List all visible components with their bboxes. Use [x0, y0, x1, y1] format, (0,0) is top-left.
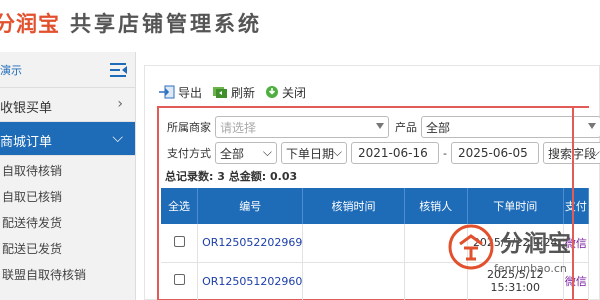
close-label: 关闭 [282, 85, 307, 100]
system-name: 共享店铺管理系统 [70, 12, 262, 36]
payment-select[interactable]: 全部 ⌵ [215, 142, 277, 164]
sidebar: 演示 收银买单 › 商城订单 ⌵ 自取待核销 自取已核销 配送待发货 配送已发货… [0, 52, 136, 300]
order-summary: 总记录数: 3 总金额: 0.03 [165, 168, 297, 184]
merchant-label: 所属商家 [167, 121, 211, 134]
brand-name: 分润宝 [0, 12, 60, 36]
row-checkbox[interactable] [173, 235, 185, 247]
sidebar-subitem-label: 自取已核销 [2, 190, 63, 204]
row-checkbox-cell [161, 224, 199, 263]
menu-collapse-icon[interactable] [110, 62, 128, 78]
chevron-down-icon: ⌵ [112, 130, 123, 146]
count-label: 总记录数: [165, 170, 214, 183]
filter-row-merchant: 所属商家 请选择 产品 全部 [167, 116, 600, 138]
merchant-select[interactable]: 请选择 [215, 116, 389, 138]
payment-value: 全部 [220, 146, 245, 161]
header-payment: 支付 [563, 188, 590, 224]
fenrunbao-logo-icon [448, 224, 494, 270]
header-order-time: 下单时间 [467, 188, 564, 224]
select-all-header[interactable]: 全选 [161, 188, 199, 224]
sidebar-subitem-delivery-pending[interactable]: 配送待发货 [0, 208, 135, 234]
chevron-down-icon: ⌵ [332, 145, 342, 159]
sidebar-item-mall-orders[interactable]: 商城订单 ⌵ [0, 122, 135, 156]
chevron-down-icon: ⌵ [590, 145, 600, 159]
sidebar-subitem-pickup-pending[interactable]: 自取待核销 [0, 156, 135, 182]
filter-row-payment: 支付方式 全部 ⌵ 下单日期 ⌵ 2021-06-16 - 2025-06-05… [167, 142, 600, 164]
close-button[interactable]: 关闭 [265, 84, 306, 101]
toolbar: 导出 刷新 关闭 [159, 81, 316, 103]
watermark: 分润宝 fenrunbao.cn [444, 222, 594, 288]
refresh-icon [213, 87, 228, 98]
date-from-input[interactable]: 2021-06-16 [351, 142, 439, 164]
date-to-input[interactable]: 2025-06-05 [450, 142, 539, 164]
sidebar-subitem-delivery-shipped[interactable]: 配送已发货 [0, 234, 135, 260]
sidebar-subitem-label: 配送已发货 [2, 242, 63, 256]
refresh-button[interactable]: 刷新 [212, 84, 255, 101]
date-separator: - [443, 146, 447, 160]
dropdown-arrow-icon [376, 123, 384, 129]
close-icon [266, 86, 279, 98]
table-header-row: 全选 编号 核销时间 核销人 下单时间 支付 [161, 188, 590, 224]
watermark-name: 分润宝 [500, 231, 572, 257]
dropdown-arrow-icon [588, 123, 596, 129]
date-type-select[interactable]: 下单日期 ⌵ [281, 142, 347, 164]
sidebar-subitem-pickup-done[interactable]: 自取已核销 [0, 182, 135, 208]
count-value: 3 [217, 170, 225, 183]
refresh-label: 刷新 [231, 85, 256, 100]
header-id: 编号 [197, 188, 304, 224]
export-label: 导出 [178, 85, 203, 100]
demo-label[interactable]: 演示 [0, 62, 22, 78]
sidebar-top: 演示 [0, 52, 135, 88]
order-id-link[interactable]: OR125052202969 [197, 224, 304, 263]
sidebar-item-cashier[interactable]: 收银买单 › [0, 88, 135, 122]
watermark-url: fenrunbao.cn [494, 262, 567, 275]
app-header: 分润宝 共享店铺管理系统 [0, 0, 600, 52]
chevron-right-icon: › [117, 96, 123, 112]
export-icon [159, 85, 175, 99]
amount-label: 总金额: [228, 170, 267, 183]
sidebar-item-label: 商城订单 [0, 135, 53, 150]
sidebar-subitem-alliance-pickup[interactable]: 联盟自取待核销 [0, 260, 135, 286]
date-type-value: 下单日期 [286, 146, 335, 161]
header-verify-time: 核销时间 [302, 188, 405, 224]
payment-label: 支付方式 [167, 147, 211, 160]
sidebar-item-label: 收银买单 [0, 101, 53, 116]
header-verifier: 核销人 [404, 188, 468, 224]
product-value: 全部 [426, 120, 451, 135]
sidebar-subitem-label: 配送待发货 [2, 216, 63, 230]
amount-value: 0.03 [270, 170, 298, 183]
verify-time-cell [302, 224, 405, 263]
sidebar-subitem-label: 自取待核销 [2, 164, 63, 178]
order-id-link[interactable]: OR125051202960 [197, 262, 304, 300]
sidebar-subitem-label: 联盟自取待核销 [2, 268, 87, 282]
verify-time-cell [302, 262, 405, 300]
export-button[interactable]: 导出 [159, 84, 202, 101]
brand-title: 分润宝 共享店铺管理系统 [0, 8, 262, 38]
row-checkbox-cell [161, 262, 199, 300]
merchant-placeholder: 请选择 [220, 120, 257, 135]
product-label: 产品 [395, 121, 417, 134]
chevron-down-icon: ⌵ [262, 145, 272, 159]
row-checkbox[interactable] [173, 274, 185, 285]
